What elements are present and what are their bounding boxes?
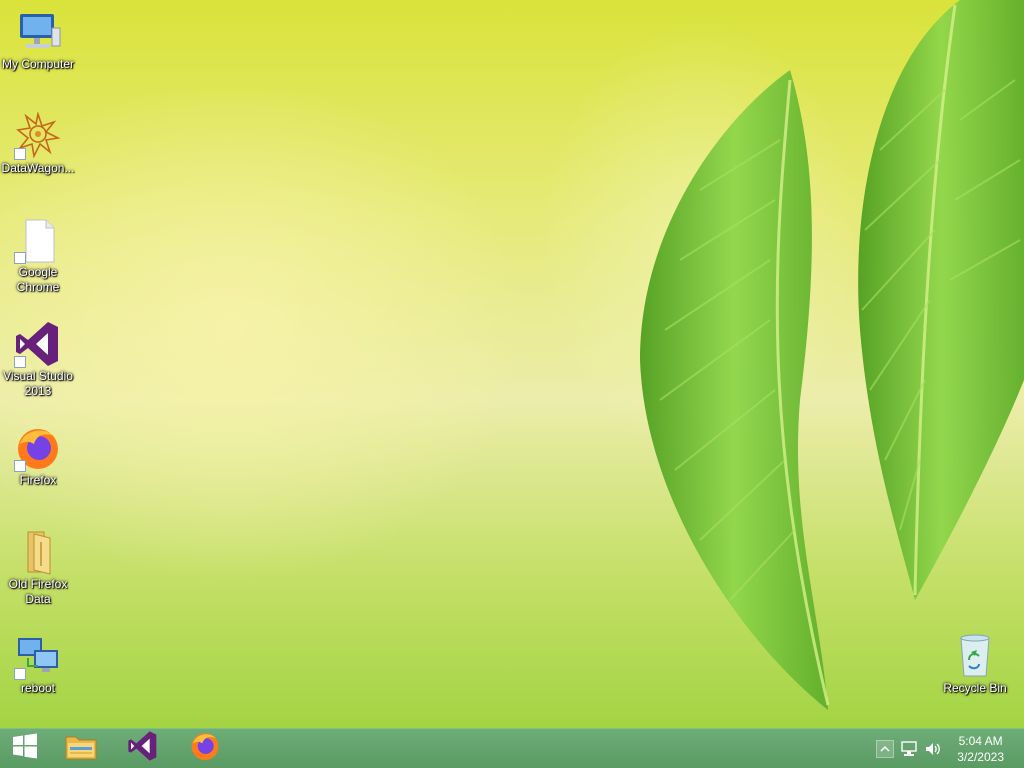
show-hidden-icons-button[interactable] xyxy=(876,740,894,758)
shortcut-arrow-icon xyxy=(14,148,26,160)
taskbar-firefox-button[interactable] xyxy=(180,729,230,768)
taskbar-file-explorer-button[interactable] xyxy=(56,729,106,768)
visual-studio-icon xyxy=(127,730,159,767)
shortcut-arrow-icon xyxy=(14,460,26,472)
desktop-icon-old-firefox-data[interactable]: Old Firefox Data xyxy=(0,528,76,607)
clock-time: 5:04 AM xyxy=(958,734,1003,748)
desktop-icon-label: DataWagon... xyxy=(1,161,75,175)
firefox-icon xyxy=(14,424,62,472)
desktop-icon-visual-studio-2013[interactable]: Visual Studio 2013 xyxy=(0,320,76,399)
desktop-icon-recycle-bin[interactable]: Recycle Bin xyxy=(937,632,1013,696)
desktop-icon-label: Visual Studio 2013 xyxy=(3,369,73,398)
firefox-icon xyxy=(189,730,221,767)
desktop-icon-reboot[interactable]: reboot xyxy=(0,632,76,696)
desktop-icon-label: Google Chrome xyxy=(16,265,60,294)
desktop-icon-datawagon[interactable]: DataWagon... xyxy=(0,110,76,176)
visual-studio-icon xyxy=(14,320,62,368)
recycle-bin-icon xyxy=(951,632,999,680)
document-icon xyxy=(14,216,62,264)
desktop-icon-my-computer[interactable]: My Computer xyxy=(0,8,76,72)
network-computers-icon xyxy=(14,632,62,680)
folder-icon xyxy=(14,528,62,576)
taskbar: 5:04 AM 3/2/2023 xyxy=(0,728,1024,768)
chevron-up-icon xyxy=(880,740,890,758)
desktop-icon-label: reboot xyxy=(20,681,56,695)
shortcut-arrow-icon xyxy=(14,356,26,368)
volume-icon[interactable] xyxy=(924,740,942,758)
desktop-icon-label: Old Firefox Data xyxy=(8,577,68,606)
desktop-icon-google-chrome[interactable]: Google Chrome xyxy=(0,216,76,295)
desktop-icon-firefox[interactable]: Firefox xyxy=(0,424,76,488)
leaf-right xyxy=(858,0,1024,600)
desktop-icon-label: Firefox xyxy=(19,473,57,487)
desktop-icon-label: My Computer xyxy=(1,57,75,71)
desktop-icon-label: Recycle Bin xyxy=(943,681,1007,695)
shortcut-arrow-icon xyxy=(14,668,26,680)
datawagon-icon xyxy=(14,110,62,160)
windows-start-icon xyxy=(11,732,39,765)
wallpaper-leaves xyxy=(540,0,1024,710)
file-explorer-icon xyxy=(64,731,98,766)
desktop[interactable]: My Computer DataWagon... Google Chrome V… xyxy=(0,0,1024,728)
network-icon[interactable] xyxy=(900,740,918,758)
start-button[interactable] xyxy=(0,729,50,768)
computer-icon xyxy=(14,8,62,56)
system-tray: 5:04 AM 3/2/2023 xyxy=(864,729,1024,768)
taskbar-clock[interactable]: 5:04 AM 3/2/2023 xyxy=(957,733,1004,765)
shortcut-arrow-icon xyxy=(14,252,26,264)
taskbar-visual-studio-button[interactable] xyxy=(118,729,168,768)
clock-date: 3/2/2023 xyxy=(957,750,1004,764)
